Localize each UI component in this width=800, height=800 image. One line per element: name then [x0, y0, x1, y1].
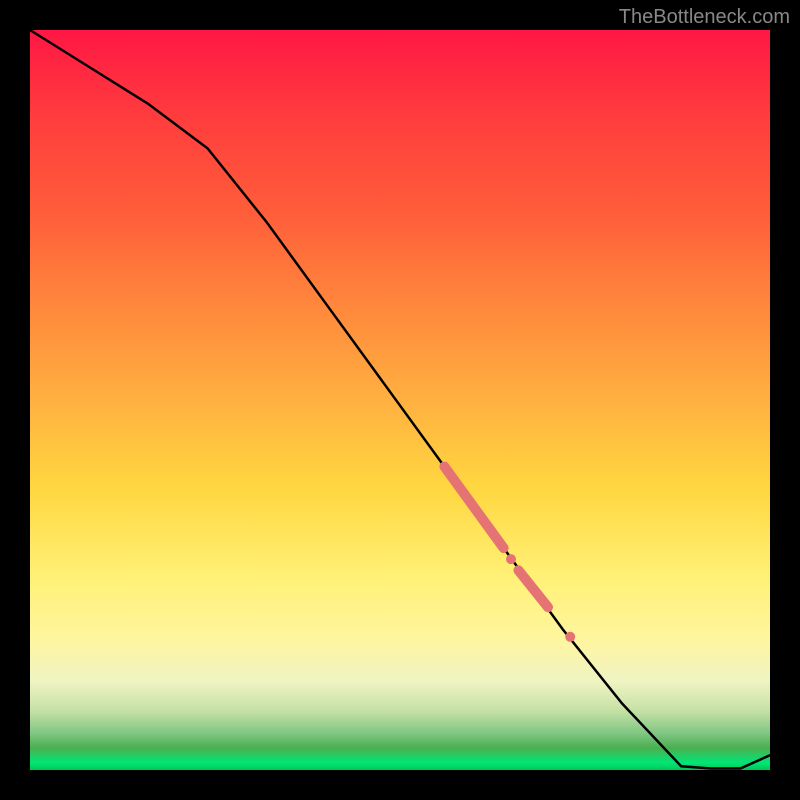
- highlight-segment: [518, 570, 548, 607]
- highlight-segment: [444, 467, 503, 548]
- highlight-point: [565, 632, 575, 642]
- watermark-text: TheBottleneck.com: [619, 6, 790, 29]
- chart-plot: [30, 30, 770, 770]
- main-curve: [30, 30, 770, 769]
- highlight-markers: [444, 467, 575, 642]
- highlight-point: [506, 554, 516, 564]
